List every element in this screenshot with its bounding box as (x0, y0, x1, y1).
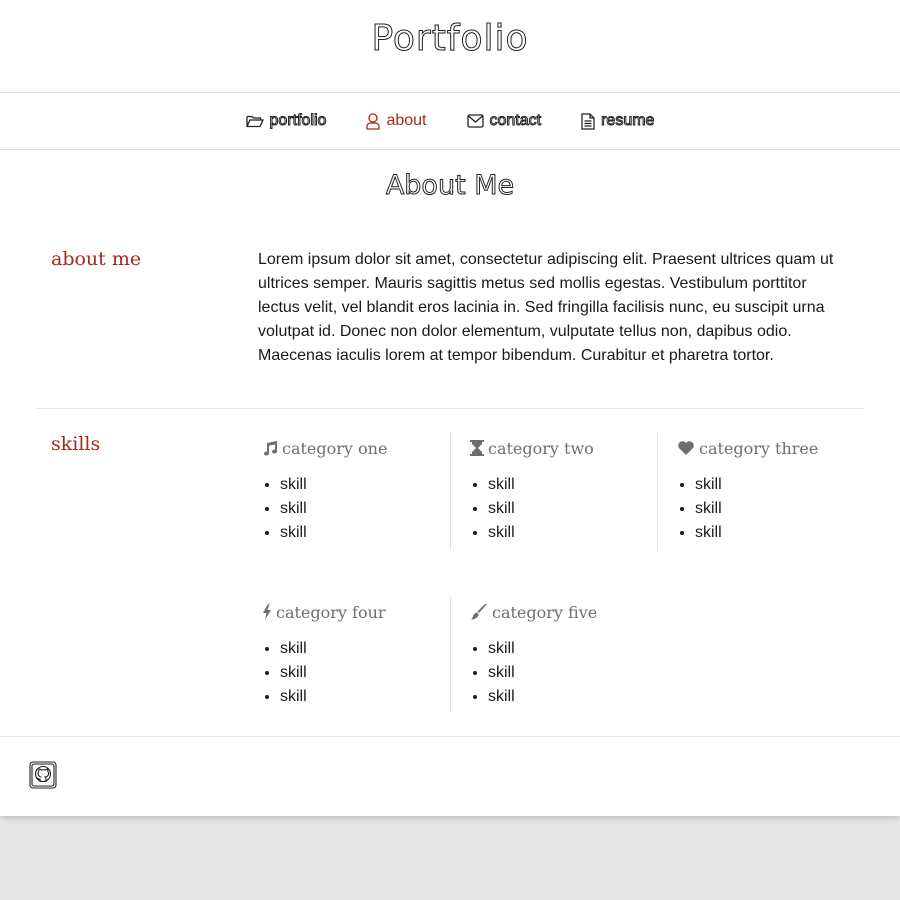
category-name: category five (492, 602, 598, 622)
skill-list: skill skill skill (258, 473, 450, 545)
skill-list: skill skill skill (466, 637, 658, 709)
about-text: Lorem ipsum dolor sit amet, consectetur … (258, 251, 834, 364)
list-item: skill (695, 497, 863, 521)
category-name: category four (276, 602, 386, 622)
list-item: skill (695, 521, 863, 545)
list-item: skill (488, 637, 658, 661)
category-name: category two (488, 438, 594, 458)
list-item: skill (695, 473, 863, 497)
skill-list: skill skill skill (258, 637, 450, 709)
category-heading: category two (470, 433, 657, 463)
category-name: category three (699, 438, 819, 458)
site-title: Portfolio (371, 18, 529, 60)
github-icon[interactable] (29, 761, 57, 789)
list-item: skill (488, 685, 658, 709)
bolt-icon (262, 604, 272, 620)
skill-category-four: category four skill skill skill (258, 597, 451, 712)
category-name: category one (282, 438, 388, 458)
list-item: skill (488, 473, 657, 497)
list-item: skill (280, 685, 450, 709)
paint-brush-icon (470, 604, 488, 620)
list-item: skill (488, 521, 657, 545)
category-heading: category four (262, 597, 450, 627)
nav-item-about[interactable]: about (366, 112, 427, 130)
list-item: skill (280, 473, 450, 497)
nav-item-portfolio[interactable]: portfolio (245, 112, 327, 130)
music-icon (262, 440, 278, 456)
main-nav: portfolio about contact resume (0, 92, 900, 150)
skill-category-one: category one skill skill skill (258, 433, 451, 550)
skill-list: skill skill skill (673, 473, 863, 545)
user-icon (366, 112, 381, 130)
list-item: skill (280, 497, 450, 521)
nav-item-label: portfolio (269, 112, 327, 130)
skill-category-two: category two skill skill skill (466, 433, 658, 550)
list-item: skill (280, 637, 450, 661)
skills-section-label: skills (51, 433, 101, 455)
skill-list: skill skill skill (466, 473, 657, 545)
list-item: skill (488, 497, 657, 521)
skill-category-three: category three skill skill skill (673, 433, 863, 550)
page-heading: About Me (385, 170, 515, 202)
list-item: skill (280, 661, 450, 685)
nav-item-contact[interactable]: contact (466, 112, 542, 130)
envelope-icon (466, 114, 484, 128)
page: Portfolio portfolio about contact resume… (0, 0, 900, 816)
heart-icon (677, 440, 695, 456)
skill-category-five: category five skill skill skill (466, 597, 658, 712)
file-text-icon (581, 112, 595, 130)
nav-item-resume[interactable]: resume (581, 112, 655, 130)
nav-item-label: resume (601, 112, 655, 130)
about-section-label: about me (51, 248, 142, 270)
folder-open-icon (245, 113, 264, 129)
nav-item-label: about (386, 112, 427, 129)
hourglass-icon (470, 440, 484, 456)
category-heading: category five (470, 597, 658, 627)
category-heading: category three (677, 433, 863, 463)
footer-divider (0, 736, 900, 737)
nav-item-label: contact (489, 112, 542, 130)
category-heading: category one (262, 433, 450, 463)
list-item: skill (280, 521, 450, 545)
section-divider (36, 408, 864, 409)
list-item: skill (488, 661, 658, 685)
